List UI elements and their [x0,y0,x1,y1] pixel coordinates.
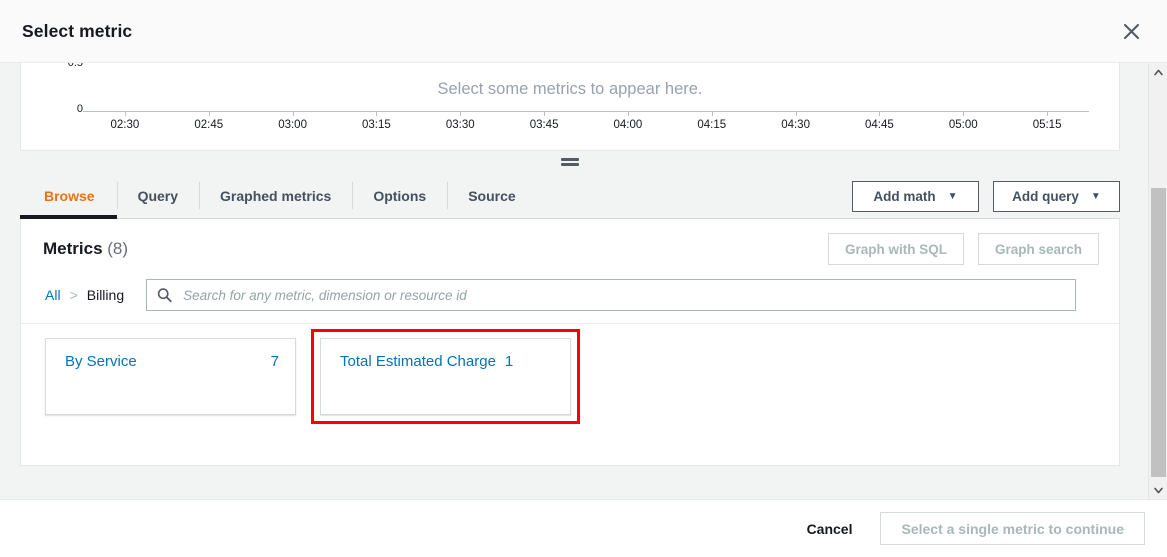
chevron-down-icon: ▼ [947,190,958,202]
add-math-label: Add math [873,189,936,204]
x-axis-tick-label: 05:15 [1032,119,1062,131]
x-axis-tick-label: 05:00 [948,119,978,131]
x-axis-tick-label: 02:45 [194,119,224,131]
x-axis-tick [795,111,797,116]
tab-label: Options [373,187,427,204]
graph-preview: Select some metrics to appear here. 0.5 … [20,63,1120,151]
confirm-button[interactable]: Select a single metric to continue [880,512,1145,545]
resize-grip-icon [561,156,579,169]
chevron-right-icon: > [69,287,78,303]
tab-list: Browse Query Graphed metrics Options Source [20,173,537,219]
metrics-heading-text: Metrics [43,239,103,258]
chevron-down-icon: ▼ [1090,190,1101,202]
scroll-up-icon[interactable] [1149,63,1167,81]
vertical-scrollbar[interactable] [1148,63,1167,499]
search-input[interactable] [181,280,1076,310]
x-axis-tick-label: 03:30 [445,119,475,131]
x-axis-tick [879,111,881,116]
x-axis-tick [376,111,378,116]
modal-footer: Cancel Select a single metric to continu… [0,499,1167,557]
x-axis-tick-label: 03:15 [362,119,391,131]
metric-card-label: Total Estimated Charge [340,353,496,370]
modal-body: Select some metrics to appear here. 0.5 … [0,63,1167,499]
x-axis-tick-label: 03:45 [529,119,559,131]
x-axis-tick [627,111,629,116]
graph-y-axis: 0.5 0 [21,63,83,150]
graph-resize-handle[interactable] [20,151,1120,173]
tab-graphed-metrics[interactable]: Graphed metrics [199,173,352,218]
search-box[interactable] [146,279,1077,311]
metric-card-count: 7 [270,353,279,370]
modal-header: Select metric [0,0,1167,63]
search-icon [157,288,172,303]
cancel-button[interactable]: Cancel [805,515,855,543]
search-row: All > Billing [21,275,1119,324]
x-axis-tick-label: 04:30 [781,119,810,131]
metrics-heading: Metrics (8) [43,239,128,259]
tab-label: Graphed metrics [220,187,332,204]
x-axis-tick [1047,111,1049,116]
scroll-down-icon[interactable] [1149,481,1167,499]
breadcrumb-item-billing: Billing [86,287,125,303]
metrics-panel-actions: Graph with SQL Graph search [827,233,1099,265]
tab-actions: Add math ▼ Add query ▼ [852,181,1120,218]
x-axis-tick [208,111,210,116]
breadcrumb-item-all[interactable]: All [45,287,61,303]
x-axis-tick [711,111,713,116]
x-axis-tick-label: 03:00 [278,119,307,131]
x-axis-tick-label: 02:30 [110,119,140,131]
y-axis-label-zero: 0 [76,103,83,115]
graph-with-sql-button[interactable]: Graph with SQL [827,233,964,265]
tabs-row: Browse Query Graphed metrics Options Source … [20,173,1120,219]
close-icon[interactable] [1113,13,1149,49]
metrics-panel-header: Metrics (8) Graph with SQL Graph search [21,219,1119,275]
scrollbar-thumb[interactable] [1151,188,1166,477]
y-axis-label-top: 0.5 [67,63,83,69]
x-axis-tick-label: 04:00 [613,119,643,131]
metric-card-slot: Total Estimated Charge 1 [311,329,580,424]
graph-plot-area: 02:30 02:45 03:00 03:15 03:30 03:45 04:00 04:15… [83,63,1089,150]
metrics-count: (8) [107,239,129,258]
add-query-button[interactable]: Add query ▼ [993,181,1120,212]
tab-browse[interactable]: Browse [20,173,117,219]
metrics-panel: Metrics (8) Graph with SQL Graph search … [20,218,1120,466]
add-math-button[interactable]: Add math ▼ [852,181,979,212]
select-metric-modal: Select metric Select some metrics to app… [0,0,1167,557]
x-axis-tick [963,111,965,116]
tab-label: Query [137,187,179,204]
metric-card-count: 1 [504,353,514,370]
x-axis-tick-label: 04:45 [865,119,894,131]
tab-source[interactable]: Source [447,173,536,218]
x-axis-tick-label: 04:15 [697,119,727,131]
tab-label: Source [468,187,516,204]
metric-card-list: By Service 7 Total Estimated Charge 1 [21,324,1119,424]
add-query-label: Add query [1012,189,1079,204]
x-axis-tick [124,111,126,116]
page-title: Select metric [22,20,133,41]
graph-search-button[interactable]: Graph search [977,233,1099,265]
metric-card-label: By Service [65,353,137,370]
breadcrumb: All > Billing [45,287,124,303]
x-axis-tick [460,111,462,116]
tab-options[interactable]: Options [352,173,447,218]
modal-body-content: Select some metrics to appear here. 0.5 … [0,63,1148,499]
metric-card-total-estimated-charge[interactable]: Total Estimated Charge 1 [320,338,571,415]
x-axis-line [83,111,1089,112]
x-axis-tick [292,111,294,116]
metric-card-slot: By Service 7 [45,338,296,415]
tab-label: Browse [44,187,95,204]
x-axis-tick [544,111,546,116]
metric-card-by-service[interactable]: By Service 7 [45,338,296,415]
tab-query[interactable]: Query [116,173,199,218]
